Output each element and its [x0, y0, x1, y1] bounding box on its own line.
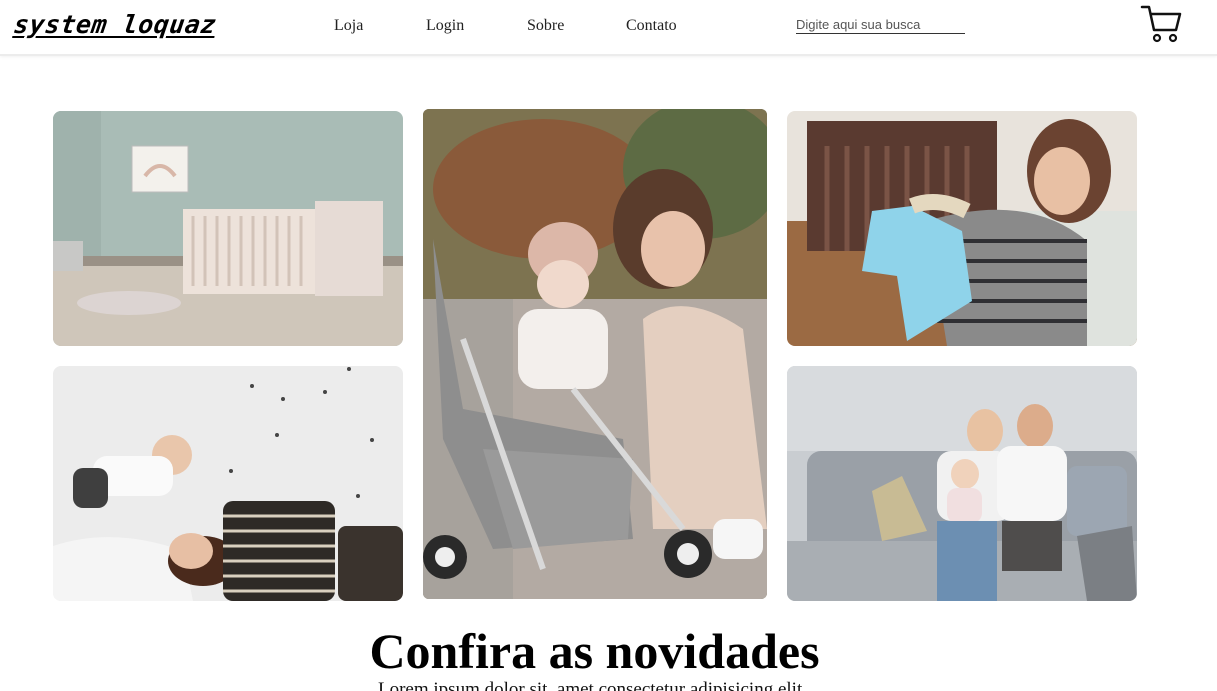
- pregnant-woman-onesie-photo[interactable]: [787, 111, 1137, 346]
- search-input[interactable]: [796, 16, 965, 34]
- nav-link-contato[interactable]: Contato: [626, 17, 677, 35]
- site-logo[interactable]: system loquaz: [12, 10, 218, 39]
- site-header: system loquaz Loja Login Sobre Contato: [0, 0, 1217, 56]
- nursery-crib-photo[interactable]: [53, 111, 403, 346]
- nav-link-sobre[interactable]: Sobre: [527, 17, 564, 35]
- family-on-sofa-photo[interactable]: [787, 366, 1137, 601]
- shopping-cart-icon[interactable]: [1140, 4, 1182, 44]
- nav-link-login[interactable]: Login: [426, 17, 464, 35]
- section-subtitle: Lorem ipsum dolor sit, amet consectetur …: [378, 679, 807, 691]
- section-title: Confira as novidades: [369, 623, 820, 679]
- mother-lifting-baby-photo[interactable]: [53, 366, 403, 601]
- nav-link-loja[interactable]: Loja: [334, 17, 363, 35]
- mother-baby-stroller-photo[interactable]: [423, 109, 767, 599]
